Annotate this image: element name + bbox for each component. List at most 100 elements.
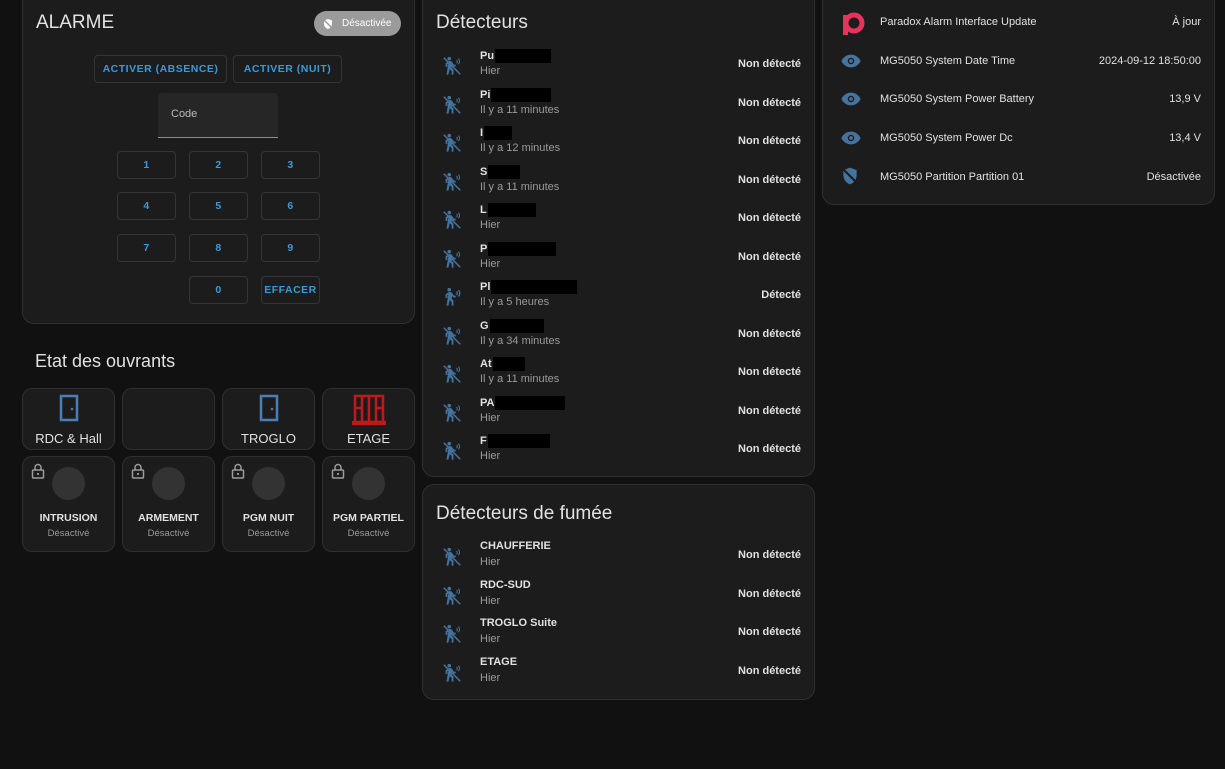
detector-state: Non détecté <box>738 173 801 186</box>
toggle-indicator[interactable] <box>352 467 385 500</box>
lock-icon <box>331 463 345 484</box>
detector-row[interactable]: L Hier Non détecté <box>423 200 814 238</box>
switch-name: PGM PARTIEL <box>333 512 404 524</box>
detector-row[interactable]: Pl Il y a 5 heures Détecté <box>423 277 814 315</box>
keypad-key-6[interactable]: 6 <box>261 192 320 220</box>
detector-last-changed: Il y a 34 minutes <box>480 334 561 347</box>
opening-label: ETAGE <box>346 431 391 446</box>
detector-row[interactable]: PA Hier Non détecté <box>423 393 814 431</box>
detector-row[interactable]: G Il y a 34 minutes Non détecté <box>423 316 814 354</box>
toggle-indicator[interactable] <box>252 467 285 500</box>
opening-tile-troglo[interactable]: TROGLO <box>222 388 315 450</box>
keypad-key-1[interactable]: 1 <box>117 151 176 179</box>
entity-value: À jour <box>1172 16 1201 28</box>
detector-state: Non détecté <box>738 443 801 455</box>
detectors-card: Détecteurs Pu Hier Non détecté Pi Il y a 11 … <box>422 0 815 477</box>
keypad-key-4[interactable]: 4 <box>117 192 176 220</box>
detector-row[interactable]: I Il y a 12 minutes Non détecté <box>423 123 814 161</box>
detector-row[interactable]: At Il y a 11 minutes Non détecté <box>423 354 814 392</box>
entity-row[interactable]: MG5050 System Power Dc 13,4 V <box>823 119 1214 157</box>
redaction-box <box>488 164 521 179</box>
redaction-box <box>491 280 578 294</box>
detector-state: Non détecté <box>738 96 801 109</box>
detector-name-text: Pi <box>480 88 491 101</box>
smoke-detector-row[interactable]: CHAUFFERIE Hier Non détecté <box>423 537 814 575</box>
switch-name: PGM NUIT <box>242 512 295 524</box>
motion-sensor-off-icon <box>441 325 463 347</box>
detector-last-changed: Il y a 11 minutes <box>480 180 560 193</box>
keypad-key-7[interactable]: 7 <box>117 234 176 262</box>
redaction-box <box>488 241 557 256</box>
switch-tile-intrusion[interactable]: INTRUSION Désactivé <box>22 456 115 552</box>
motion-sensor-off-icon <box>441 209 463 231</box>
switch-tile-pgm-nuit[interactable]: PGM NUIT Désactivé <box>222 456 315 552</box>
smoke-detector-row[interactable]: ETAGE Hier Non détecté <box>423 653 814 691</box>
switch-tile-pgm-partiel[interactable]: PGM PARTIEL Désactivé <box>322 456 415 552</box>
smoke-detector-row[interactable]: RDC-SUD Hier Non détecté <box>423 576 814 614</box>
detector-name-text: At <box>480 358 492 370</box>
eye-icon <box>840 88 862 110</box>
detector-name: F <box>480 434 550 448</box>
toggle-indicator[interactable] <box>52 467 85 500</box>
keypad-key-9[interactable]: 9 <box>261 234 320 262</box>
toggle-indicator[interactable] <box>152 467 185 500</box>
keypad-key-0[interactable]: 0 <box>189 276 248 304</box>
detector-row[interactable]: S Il y a 11 minutes Non détecté <box>423 162 814 200</box>
motion-sensor-off-icon <box>441 363 463 385</box>
keypad-key-3[interactable]: 3 <box>261 151 320 179</box>
smoke-detector-state: Non détecté <box>738 587 801 600</box>
entity-name: Paradox Alarm Interface Update <box>880 16 1037 28</box>
detector-state: Non détecté <box>738 366 801 378</box>
smoke-detector-row[interactable]: TROGLO Suite Hier Non détecté <box>423 614 814 652</box>
smoke-detector-name: RDC-SUD <box>480 578 531 591</box>
detector-state: Non détecté <box>738 135 801 147</box>
detector-name-text: PA <box>480 396 495 409</box>
alarm-state-label: Désactivée <box>342 18 392 29</box>
code-input[interactable]: Code <box>158 93 278 138</box>
detector-name: I <box>480 126 513 140</box>
redaction-box <box>495 395 566 410</box>
opening-label: RDC & Hall <box>35 431 102 446</box>
door-closed-icon <box>259 394 279 427</box>
alarm-state-badge: Désactivée <box>314 11 401 36</box>
entity-row[interactable]: MG5050 System Power Battery 13,9 V <box>823 80 1214 118</box>
entity-name: MG5050 Partition Partition 01 <box>880 170 1025 183</box>
keypad-key-8[interactable]: 8 <box>189 234 248 262</box>
shield-off-icon <box>840 166 862 188</box>
arm-night-button[interactable]: ACTIVER (NUIT) <box>233 55 342 83</box>
detector-row[interactable]: F Hier Non détecté <box>423 431 814 469</box>
keypad-clear-button[interactable]: EFFACER <box>261 276 320 304</box>
entity-row[interactable]: Paradox Alarm Interface Update À jour <box>823 3 1214 41</box>
redaction-box <box>491 87 552 102</box>
entity-row[interactable]: MG5050 Partition Partition 01 Désactivée <box>823 158 1214 196</box>
eye-icon <box>840 50 862 72</box>
entity-row[interactable]: MG5050 System Date Time 2024-09-12 18:50:… <box>823 42 1214 80</box>
opening-tile-etage[interactable]: ETAGE <box>322 388 415 450</box>
smoke-detector-last-changed: Hier <box>480 633 501 645</box>
entity-name: MG5050 System Power Dc <box>880 132 1013 145</box>
smoke-detector-last-changed: Hier <box>480 594 501 607</box>
redaction-box <box>495 49 552 63</box>
detector-name-text: L <box>480 204 487 216</box>
detector-name: S <box>480 164 521 179</box>
opening-tile-rdc-hall[interactable]: RDC & Hall <box>22 388 115 450</box>
keypad-key-5[interactable]: 5 <box>189 192 248 220</box>
detector-name-text: P <box>480 242 488 255</box>
switch-tile-armement[interactable]: ARMEMENT Désactivé <box>122 456 215 552</box>
entity-value: 13,9 V <box>1169 93 1201 106</box>
smoke-sensor-off-icon <box>441 546 463 568</box>
motion-sensor-off-icon <box>441 248 463 270</box>
alarm-title: ALARME <box>36 12 115 33</box>
keypad-key-2[interactable]: 2 <box>189 151 248 179</box>
opening-tile-empty[interactable] <box>122 388 215 450</box>
detector-name: PA <box>480 395 566 410</box>
detector-row[interactable]: Pu Hier Non détecté <box>423 46 814 84</box>
detector-name-text: F <box>480 435 487 447</box>
detector-name-text: Pl <box>480 281 491 293</box>
detector-state: Détecté <box>761 289 801 301</box>
detector-row[interactable]: P Hier Non détecté <box>423 239 814 277</box>
arm-away-button[interactable]: ACTIVER (ABSENCE) <box>94 55 227 83</box>
redaction-box <box>487 203 536 217</box>
detector-row[interactable]: Pi Il y a 11 minutes Non détecté <box>423 85 814 123</box>
lock-icon <box>31 463 45 484</box>
